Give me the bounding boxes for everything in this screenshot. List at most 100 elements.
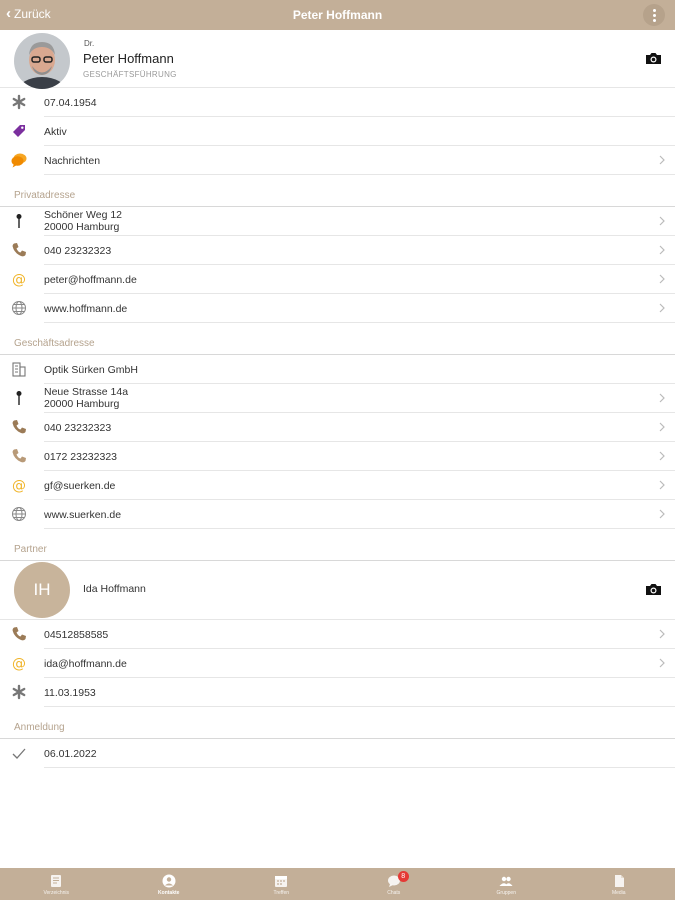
book-icon [51,875,62,887]
phone-icon [12,420,26,434]
tab-label: Media [611,890,626,896]
business-street: Neue Strasse 14a [44,386,129,398]
pin-icon [16,214,22,228]
business-mobile: 0172 23232323 [44,451,117,463]
asterisk-icon [12,684,26,700]
birthday-row: 07.04.1954 [12,88,675,117]
partner-header: IH Ida Hoffmann [0,561,675,620]
partner-email-row[interactable]: @ ida@hoffmann.de [12,649,675,678]
dot-icon [652,18,656,22]
partner-name: Ida Hoffmann [83,583,146,595]
asterisk-icon [12,94,26,110]
section-heading: Privatadresse [14,190,76,201]
section-business-address: Geschäftsadresse [0,323,675,355]
chevron-right-icon [659,422,665,432]
business-web-row[interactable]: www.suerken.de [12,500,675,529]
tab-label: Verzeichnis [43,890,70,896]
tab-groups[interactable]: Gruppen [450,868,563,900]
private-address-row[interactable]: Schöner Weg 12 20000 Hamburg [16,207,675,236]
partner-avatar[interactable]: IH [14,562,70,618]
profile-header: Dr. Peter Hoffmann GESCHÄFTSFÜHRUNG [0,30,675,89]
status-value: Aktiv [44,126,67,138]
section-heading: Anmeldung [14,722,65,733]
phone-icon [12,627,26,641]
business-phone-row[interactable]: 040 23232323 [12,413,675,442]
private-city: 20000 Hamburg [44,221,120,233]
chevron-right-icon [659,303,665,313]
chevron-right-icon [659,629,665,639]
section-heading: Geschäftsadresse [14,338,95,349]
profile-name: Peter Hoffmann [83,51,174,66]
messages-row[interactable]: Nachrichten [11,146,675,175]
private-email-row[interactable]: @ peter@hoffmann.de [12,265,675,294]
private-email: peter@hoffmann.de [44,274,137,286]
section-partner: Partner [0,529,675,561]
profile-title: Dr. [84,39,95,48]
private-web: www.hoffmann.de [44,303,128,315]
camera-icon[interactable] [645,52,662,65]
tab-media[interactable]: Media [563,868,675,900]
profile-role: GESCHÄFTSFÜHRUNG [83,70,177,79]
checkmark-icon [12,748,26,759]
business-company-row: Optik Sürken GmbH [12,355,675,384]
dot-icon [652,13,656,17]
tab-chats[interactable]: 8 Chats [338,868,451,900]
chevron-right-icon [659,155,665,165]
tag-icon [13,125,25,137]
business-mobile-row[interactable]: 0172 23232323 [12,442,675,471]
contact-detail: Dr. Peter Hoffmann GESCHÄFTSFÜHRUNG 07.0… [0,30,675,868]
partner-phone: 04512858585 [44,629,109,641]
chat-icon [11,153,27,168]
camera-icon[interactable] [645,583,662,596]
registration-date: 06.01.2022 [44,748,97,760]
chevron-right-icon [659,393,665,403]
tab-directory[interactable]: Verzeichnis [0,868,113,900]
partner-phone-row[interactable]: 04512858585 [12,620,675,649]
birthday-value: 07.04.1954 [44,97,97,109]
business-email: gf@suerken.de [44,480,116,492]
tab-label: Chats [387,890,401,896]
avatar[interactable] [14,33,70,89]
registration-row: 06.01.2022 [12,739,675,768]
partner-birthday-row: 11.03.1953 [12,678,675,707]
chevron-right-icon [659,274,665,284]
group-icon [499,876,513,886]
building-icon [12,362,26,377]
business-address-text: Neue Strasse 14a 20000 Hamburg [44,386,128,410]
business-city: 20000 Hamburg [44,398,120,410]
globe-icon [12,507,26,521]
tab-label: Treffen [273,890,290,896]
document-icon [614,875,624,887]
dot-icon [652,8,656,12]
at-icon: @ [12,272,26,287]
private-phone: 040 23232323 [44,245,112,257]
section-heading: Partner [14,544,47,555]
top-bar: ‹ Zurück Peter Hoffmann [0,0,675,30]
at-icon: @ [12,478,26,493]
chevron-right-icon [659,509,665,519]
svg-text:@: @ [12,478,26,493]
tab-label: Kontakte [158,890,180,896]
business-email-row[interactable]: @ gf@suerken.de [12,471,675,500]
section-registration: Anmeldung [0,707,675,739]
partner-birthday: 11.03.1953 [44,687,96,699]
chevron-right-icon [659,480,665,490]
more-menu-button[interactable] [643,4,665,26]
business-address-row[interactable]: Neue Strasse 14a 20000 Hamburg [16,384,675,413]
chevron-right-icon [659,658,665,668]
private-web-row[interactable]: www.hoffmann.de [12,294,675,323]
svg-text:@: @ [12,272,26,287]
calendar-icon [275,876,288,887]
status-row: Aktiv [13,117,675,146]
chevron-right-icon [659,216,665,226]
tab-meetings[interactable]: Treffen [225,868,338,900]
phone-icon [12,243,26,257]
svg-text:@: @ [12,656,26,671]
tab-contacts[interactable]: Kontakte [113,868,226,900]
private-phone-row[interactable]: 040 23232323 [12,236,675,265]
chats-badge: 8 [397,871,409,882]
tab-label: Gruppen [496,890,516,896]
chevron-right-icon [659,245,665,255]
page-title: Peter Hoffmann [292,8,383,22]
at-icon: @ [12,656,26,671]
